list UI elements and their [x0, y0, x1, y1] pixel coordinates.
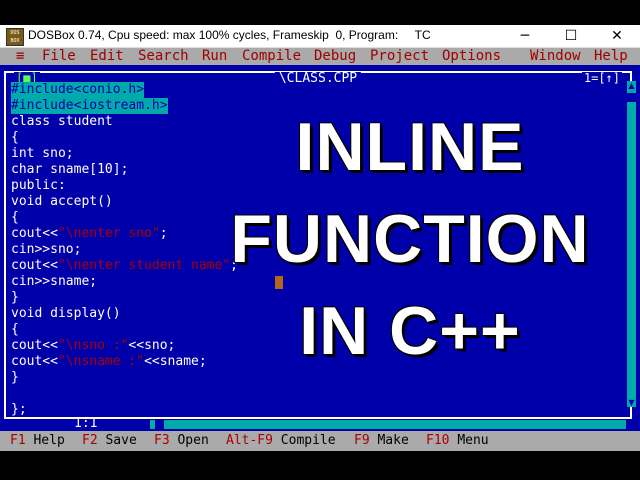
window-title-bar[interactable]: DOS BOX DOSBox 0.74, Cpu speed: max 100% … — [0, 25, 640, 48]
fkey-open[interactable]: F3 Open — [154, 431, 209, 451]
menu-edit[interactable]: Edit — [90, 48, 124, 65]
letterbox-top — [0, 0, 640, 25]
code-line[interactable]: cout<<"\nsname :"<<sname; — [11, 354, 238, 370]
code-line[interactable]: { — [11, 130, 238, 146]
code-line[interactable]: int sno; — [11, 146, 238, 162]
vertical-scrollbar[interactable]: ▲ ▼ — [627, 81, 636, 407]
menu-window[interactable]: Window — [530, 48, 581, 65]
window-number[interactable]: 1=[↑] — [581, 72, 622, 85]
horizontal-scrollbar[interactable] — [150, 420, 626, 429]
code-line[interactable]: #include<iostream.h> — [11, 98, 168, 114]
code-line[interactable]: } — [11, 370, 238, 386]
code-line[interactable]: cout<<"\nenter sno"; — [11, 226, 238, 242]
overlay-line-1: INLINE — [295, 109, 525, 185]
code-line[interactable]: cout<<"\nsno :"<<sno; — [11, 338, 238, 354]
fkey-save[interactable]: F2 Save — [82, 431, 137, 451]
menu-help[interactable]: Help — [594, 48, 628, 65]
scroll-down-arrow-icon[interactable]: ▼ — [627, 398, 636, 407]
code-line[interactable]: cin>>sname; — [11, 274, 238, 290]
menu-search[interactable]: Search — [138, 48, 189, 65]
menu-options[interactable]: Options — [442, 48, 501, 65]
menu-file[interactable]: File — [42, 48, 76, 65]
system-menu-icon[interactable]: ≡ — [16, 48, 24, 65]
code-line[interactable]: { — [11, 210, 238, 226]
editor-status-row: 1:1 — [4, 417, 632, 431]
fkey-make[interactable]: F9 Make — [354, 431, 409, 451]
menu-debug[interactable]: Debug — [314, 48, 356, 65]
code-line[interactable]: public: — [11, 178, 238, 194]
code-line[interactable]: char sname[10]; — [11, 162, 238, 178]
horizontal-scroll-thumb[interactable] — [155, 420, 164, 429]
code-line[interactable]: void display() — [11, 306, 238, 322]
cursor-position: 1:1 — [74, 416, 98, 431]
menu-bar: ≡ File Edit Search Run Compile Debug Pro… — [0, 48, 640, 65]
code-line[interactable] — [11, 386, 238, 402]
menu-run[interactable]: Run — [202, 48, 227, 65]
thumbnail-overlay-title: INLINE FUNCTION IN C++ — [205, 108, 615, 369]
code-line[interactable]: { — [11, 322, 238, 338]
code-line[interactable]: #include<conio.h> — [11, 82, 145, 98]
scroll-up-arrow-icon[interactable]: ▲ — [627, 81, 636, 90]
code-line[interactable]: }; — [11, 402, 238, 418]
minimize-button[interactable]: ─ — [502, 25, 548, 47]
code-line[interactable]: cin>>sno; — [11, 242, 238, 258]
window-title: DOSBox 0.74, Cpu speed: max 100% cycles,… — [28, 28, 431, 42]
fkey-compile[interactable]: Alt-F9 Compile — [226, 431, 336, 451]
overlay-line-2: FUNCTION — [230, 201, 590, 277]
code-line[interactable]: cout<<"\nenter student name"; — [11, 258, 238, 274]
function-key-bar: F1 Help F2 Save F3 Open Alt-F9 Compile F… — [0, 431, 640, 451]
fkey-help[interactable]: F1 Help — [10, 431, 65, 451]
maximize-button[interactable]: ☐ — [548, 25, 594, 47]
menu-project[interactable]: Project — [370, 48, 429, 65]
overlay-line-3: IN C++ — [299, 293, 521, 369]
fkey-menu[interactable]: F10 Menu — [426, 431, 489, 451]
code-line[interactable]: } — [11, 290, 238, 306]
close-button[interactable]: ✕ — [594, 25, 640, 47]
dosbox-app-icon[interactable]: DOS BOX — [6, 28, 24, 46]
letterbox-bottom — [0, 451, 640, 480]
file-name: \CLASS.CPP — [274, 72, 362, 85]
code-line[interactable]: void accept() — [11, 194, 238, 210]
vertical-scroll-thumb[interactable] — [627, 93, 636, 102]
code-area[interactable]: #include<conio.h> #include<iostream.h> cla… — [11, 82, 238, 418]
menu-compile[interactable]: Compile — [242, 48, 301, 65]
code-line[interactable]: class student — [11, 114, 238, 130]
